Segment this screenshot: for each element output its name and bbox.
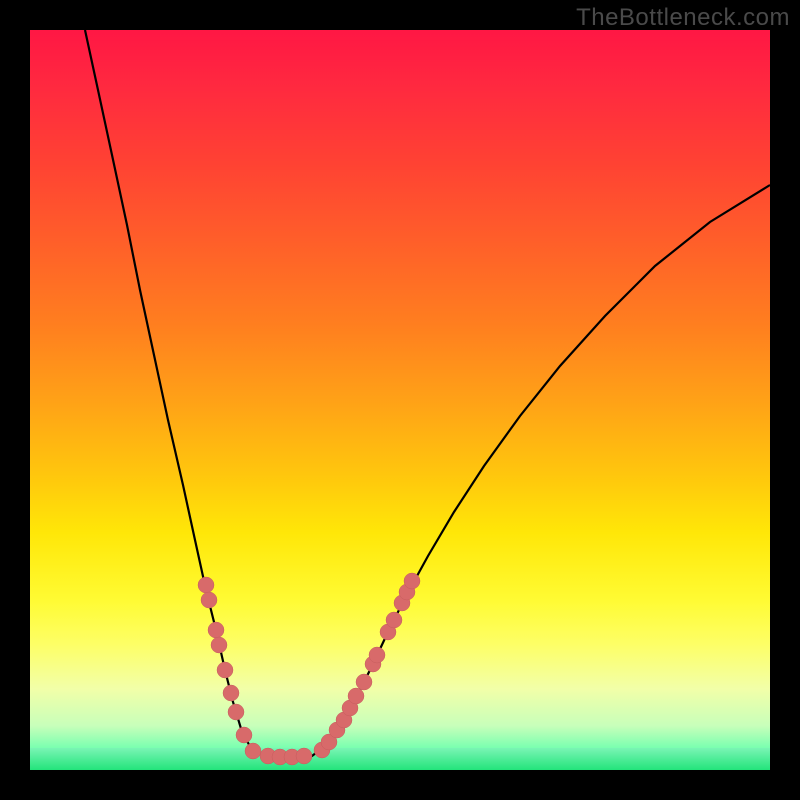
left-highlight-markers xyxy=(198,577,261,759)
bottom-bead-markers xyxy=(260,748,312,765)
bead-marker xyxy=(296,748,312,764)
highlight-marker xyxy=(348,688,364,704)
curve-layer xyxy=(30,30,770,770)
highlight-marker xyxy=(211,637,227,653)
highlight-marker xyxy=(404,573,420,589)
plot-area xyxy=(30,30,770,770)
left-curve xyxy=(85,30,270,756)
highlight-marker xyxy=(228,704,244,720)
highlight-marker xyxy=(369,647,385,663)
highlight-marker xyxy=(223,685,239,701)
highlight-marker xyxy=(236,727,252,743)
highlight-marker xyxy=(198,577,214,593)
right-curve xyxy=(312,185,770,756)
highlight-marker xyxy=(217,662,233,678)
highlight-marker xyxy=(386,612,402,628)
highlight-marker xyxy=(245,743,261,759)
watermark-text: TheBottleneck.com xyxy=(576,4,790,32)
highlight-marker xyxy=(208,622,224,638)
right-highlight-markers xyxy=(314,573,420,758)
chart-frame: TheBottleneck.com xyxy=(0,0,800,800)
highlight-marker xyxy=(356,674,372,690)
highlight-marker xyxy=(201,592,217,608)
